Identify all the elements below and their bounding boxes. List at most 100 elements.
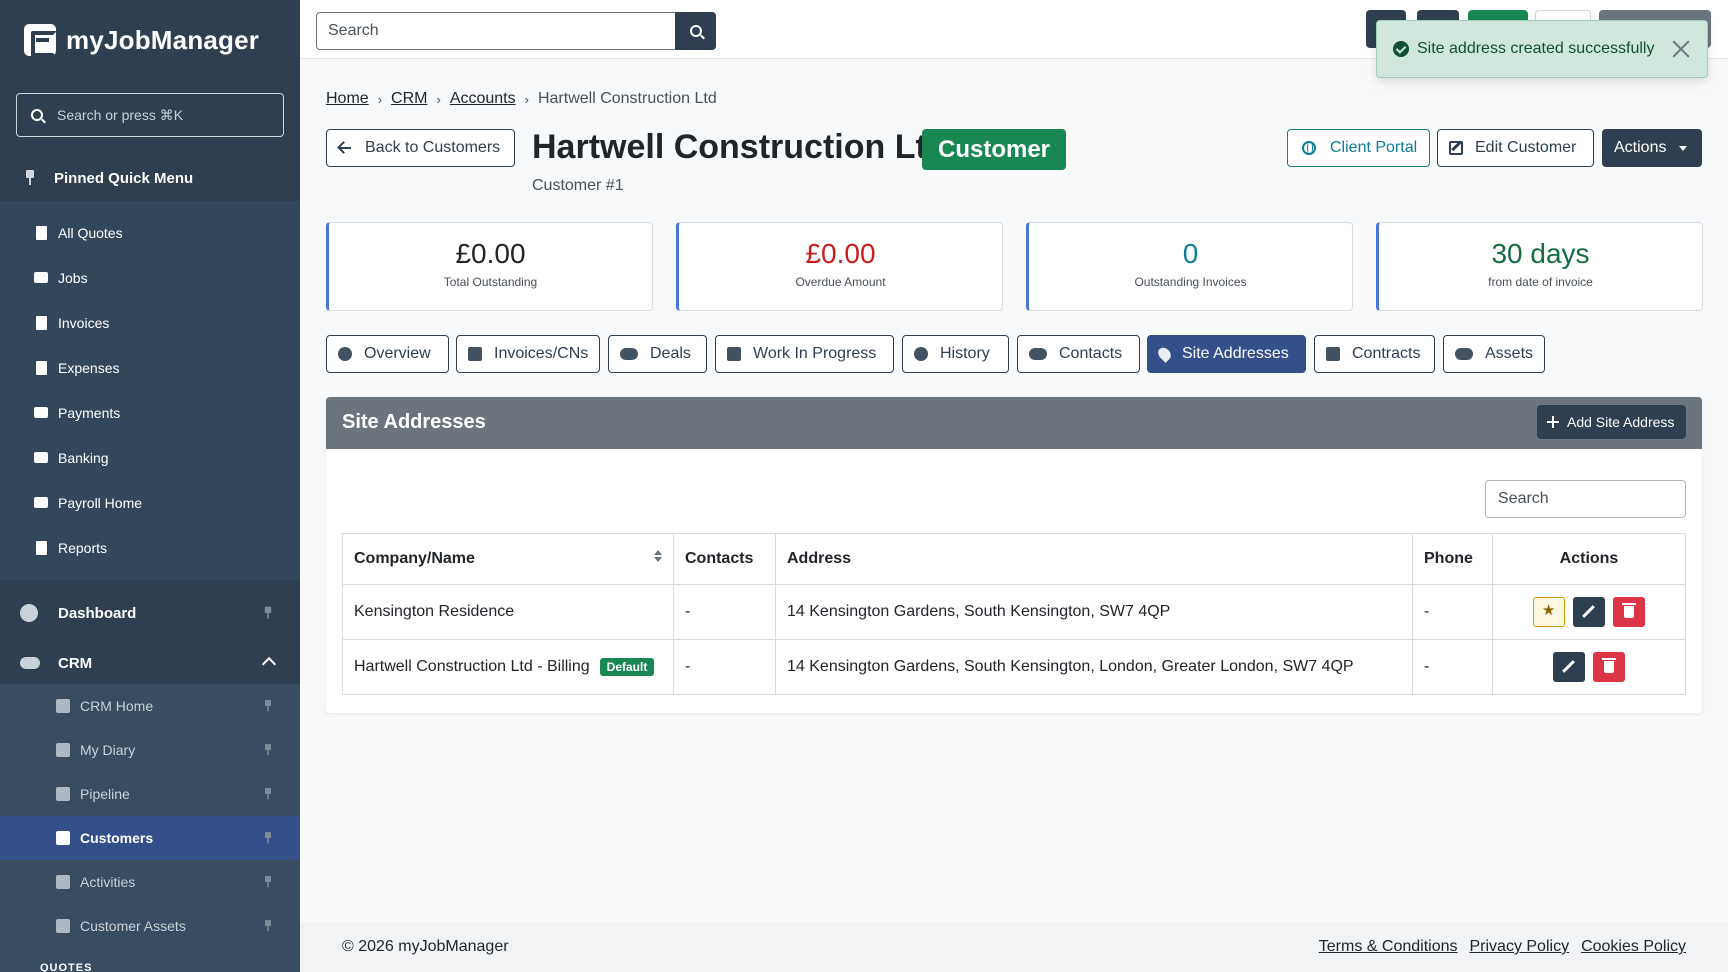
- sidebar-item-dashboard[interactable]: Dashboard: [0, 589, 300, 637]
- sidebar-search-placeholder: Search or press ⌘K: [57, 106, 184, 123]
- sidebar-item-my-diary[interactable]: My Diary: [0, 728, 300, 772]
- sidebar-item-label: Pipeline: [80, 786, 130, 802]
- pin-icon[interactable]: [264, 744, 273, 756]
- sidebar-item-customers[interactable]: Customers: [0, 816, 300, 860]
- tab-invoices-cns[interactable]: Invoices/CNs: [456, 335, 600, 373]
- cell-address: 14 Kensington Gardens, South Kensington,…: [775, 584, 1413, 640]
- cell-name: Kensington Residence: [342, 584, 674, 640]
- chevron-right-icon: ›: [524, 91, 529, 107]
- privacy-link[interactable]: Privacy Policy: [1469, 938, 1569, 956]
- tab-label: History: [940, 345, 990, 362]
- sidebar-item-label: Invoices: [58, 314, 110, 331]
- table-header-row: Company/Name Contacts Address Phone Acti…: [342, 533, 1686, 585]
- breadcrumb-accounts[interactable]: Accounts: [450, 90, 516, 108]
- chevron-right-icon: ›: [436, 91, 441, 107]
- tab-contacts[interactable]: Contacts: [1017, 335, 1140, 373]
- back-to-customers-button[interactable]: Back to Customers: [326, 129, 515, 167]
- top-search[interactable]: Search: [316, 12, 716, 50]
- hammer-icon: [727, 347, 741, 361]
- column-header-company-name[interactable]: Company/Name: [342, 533, 674, 585]
- cookies-link[interactable]: Cookies Policy: [1581, 938, 1686, 956]
- pin-icon[interactable]: [263, 606, 273, 620]
- pinned-quick-menu-header[interactable]: Pinned Quick Menu: [0, 155, 300, 201]
- column-header-label: Company/Name: [354, 550, 475, 567]
- sort-icon[interactable]: [654, 550, 662, 562]
- add-site-address-button[interactable]: Add Site Address: [1537, 405, 1686, 439]
- pin-icon[interactable]: [264, 788, 273, 800]
- copyright: © 2026 myJobManager: [342, 938, 509, 955]
- calendar-grid-icon: [56, 875, 70, 889]
- sidebar-item-all-quotes[interactable]: All Quotes: [0, 210, 300, 255]
- sidebar-item-jobs[interactable]: Jobs: [0, 255, 300, 300]
- close-icon[interactable]: [1671, 39, 1691, 59]
- sidebar-item-label: Customers: [80, 830, 154, 846]
- delete-row-button[interactable]: [1593, 652, 1626, 682]
- stat-overdue-amount: £0.00 Overdue Amount: [676, 222, 1003, 311]
- table-search-input[interactable]: Search: [1485, 480, 1686, 518]
- sidebar-item-label: Customer Assets: [80, 918, 186, 934]
- status-badge: Customer: [922, 129, 1067, 170]
- money-icon: [34, 496, 48, 510]
- pin-icon[interactable]: [264, 700, 273, 712]
- handshake-icon: [620, 348, 638, 360]
- pin-icon[interactable]: [264, 876, 273, 888]
- pin-icon[interactable]: [264, 832, 273, 844]
- sidebar-item-customer-assets[interactable]: Customer Assets: [0, 904, 300, 948]
- top-search-input[interactable]: Search: [317, 13, 675, 49]
- brand-name: myJobManager: [66, 24, 260, 55]
- edit-customer-button[interactable]: Edit Customer: [1437, 129, 1594, 167]
- sidebar-item-payments[interactable]: Payments: [0, 390, 300, 435]
- pin-icon[interactable]: [264, 920, 273, 932]
- tab-history[interactable]: History: [902, 335, 1009, 373]
- client-portal-button[interactable]: Client Portal: [1287, 129, 1430, 167]
- pinned-quick-menu-label: Pinned Quick Menu: [54, 169, 194, 187]
- site-addresses-panel: Site Addresses Add Site Address Search C…: [326, 397, 1702, 713]
- tab-contracts[interactable]: Contracts: [1314, 335, 1435, 373]
- tab-overview[interactable]: Overview: [326, 335, 449, 373]
- sidebar-item-label: Dashboard: [58, 604, 137, 622]
- breadcrumb-home[interactable]: Home: [326, 90, 369, 108]
- toolbox-icon: [1455, 348, 1473, 360]
- search-button[interactable]: [675, 12, 716, 50]
- column-header-contacts: Contacts: [673, 533, 776, 585]
- sidebar-item-activities[interactable]: Activities: [0, 860, 300, 904]
- footer: © 2026 myJobManager Terms & Conditions P…: [300, 922, 1728, 972]
- tab-assets[interactable]: Assets: [1443, 335, 1545, 373]
- file-contract-icon: [1326, 347, 1340, 361]
- file-icon: [34, 225, 48, 240]
- table-row: Hartwell Construction Ltd - Billing Defau…: [342, 639, 1686, 695]
- map-marker-icon: [1155, 345, 1174, 363]
- set-default-star-button[interactable]: [1532, 597, 1565, 627]
- terms-link[interactable]: Terms & Conditions: [1319, 938, 1458, 956]
- tab-deals[interactable]: Deals: [608, 335, 707, 373]
- tab-site-addresses[interactable]: Site Addresses: [1147, 335, 1306, 373]
- tab-label: Assets: [1485, 345, 1534, 362]
- cell-contacts: -: [673, 584, 776, 640]
- stat-label: Total Outstanding: [443, 275, 538, 289]
- sidebar-item-crm-home[interactable]: CRM Home: [0, 684, 300, 728]
- tab-label: Deals: [650, 345, 691, 362]
- sidebar-item-crm[interactable]: CRM: [0, 639, 300, 687]
- brand[interactable]: myJobManager: [0, 0, 300, 80]
- sidebar-item-pipeline[interactable]: Pipeline: [0, 772, 300, 816]
- back-label: Back to Customers: [365, 139, 501, 156]
- delete-row-button[interactable]: [1613, 597, 1646, 627]
- edit-row-button[interactable]: [1573, 597, 1605, 627]
- search-icon: [689, 25, 702, 37]
- sidebar-item-label: Jobs: [58, 269, 88, 286]
- sidebar-item-banking[interactable]: Banking: [0, 435, 300, 480]
- panel-title: Site Addresses: [342, 411, 486, 433]
- edit-row-button[interactable]: [1552, 652, 1585, 682]
- check-circle-icon: [1393, 41, 1409, 57]
- sidebar-item-label: All Quotes: [58, 224, 123, 241]
- sidebar-item-expenses[interactable]: Expenses: [0, 345, 300, 390]
- breadcrumb-crm[interactable]: CRM: [391, 90, 427, 108]
- sidebar-search-input[interactable]: Search or press ⌘K: [16, 93, 284, 137]
- actions-dropdown-button[interactable]: Actions: [1602, 129, 1702, 167]
- sidebar-item-invoices[interactable]: Invoices: [0, 300, 300, 345]
- sidebar-item-payroll-home[interactable]: Payroll Home: [0, 480, 300, 525]
- page-title: Hartwell Construction Ltd: [532, 128, 948, 166]
- chevron-right-icon: ›: [377, 91, 383, 107]
- tab-work-in-progress[interactable]: Work In Progress: [715, 335, 894, 373]
- sidebar-item-reports[interactable]: Reports: [0, 525, 300, 570]
